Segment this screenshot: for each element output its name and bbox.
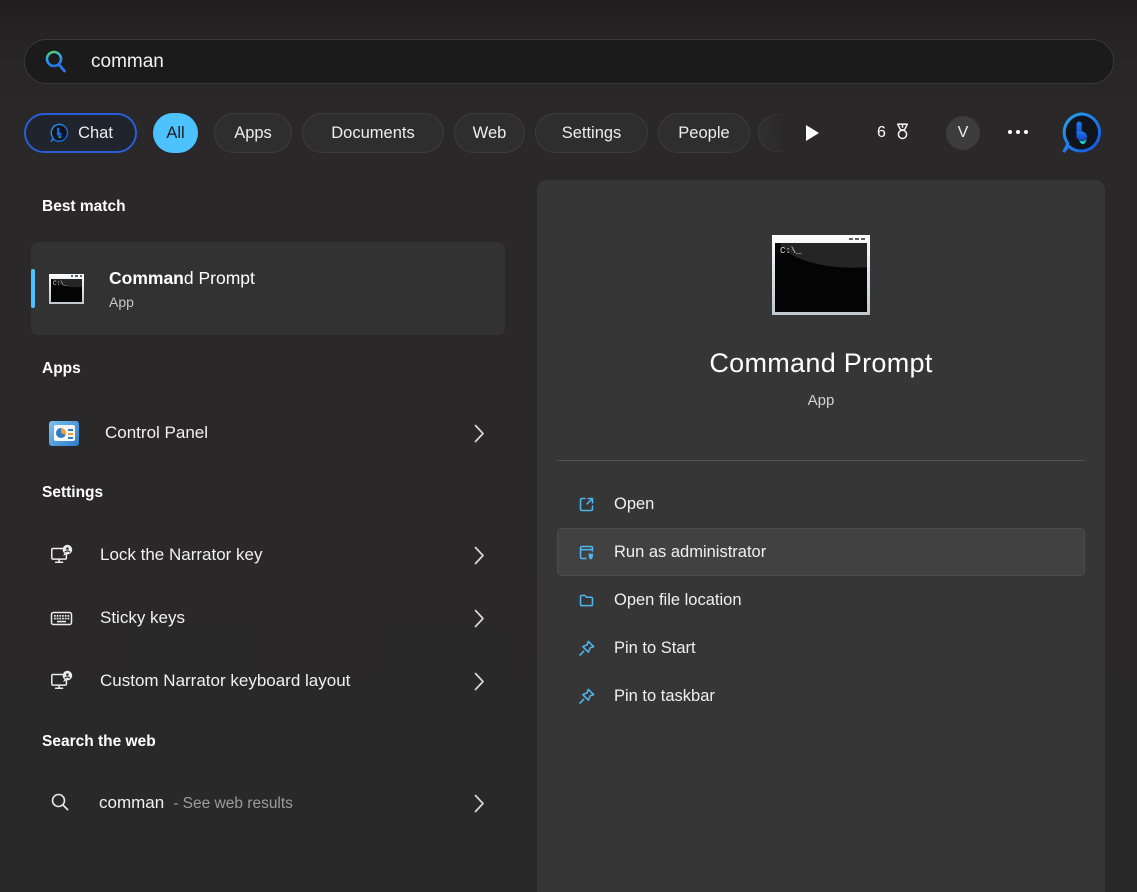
best-match-heading: Best match [42,198,126,216]
control-panel-icon [49,421,79,446]
tab-settings[interactable]: Settings [535,113,648,153]
result-control-panel[interactable]: Control Panel [31,409,505,457]
action-label: Pin to Start [614,639,696,658]
result-label: Lock the Narrator key [100,545,263,565]
divider [557,460,1085,461]
chevron-right-icon [474,424,485,443]
windows-search-flyout: Chat All Apps Documents Web Settings Peo… [0,0,1137,892]
more-options-icon[interactable] [1008,130,1028,134]
action-label: Open [614,495,654,514]
search-bar[interactable] [24,39,1114,84]
run-as-admin-icon [576,542,597,563]
narrator-icon [49,669,74,694]
result-custom-narrator-layout[interactable]: Custom Narrator keyboard layout [31,657,505,705]
settings-heading: Settings [42,484,103,502]
web-search-icon [49,791,73,815]
chevron-right-icon [474,794,485,813]
result-lock-narrator-key[interactable]: Lock the Narrator key [31,531,505,579]
bing-chat-button[interactable] [1057,109,1105,157]
command-prompt-icon: C:\_ [49,274,84,304]
action-run-as-administrator[interactable]: Run as administrator [557,528,1085,576]
rewards-count: 6 [877,124,886,142]
tab-chat[interactable]: Chat [24,113,137,153]
action-label: Pin to taskbar [614,687,715,706]
folder-icon [576,590,597,611]
user-avatar[interactable]: V [946,116,980,150]
narrator-icon [49,543,74,568]
rewards-medal-icon [891,121,914,145]
best-match-title: Command Prompt [109,268,255,289]
command-prompt-icon-large: C:\_ [772,235,870,315]
action-pin-to-start[interactable]: Pin to Start [557,624,1085,672]
tab-apps[interactable]: Apps [214,113,292,153]
preview-app-type: App [537,392,1105,409]
result-web-search[interactable]: comman- See web results [31,779,505,827]
tab-chat-label: Chat [78,124,113,143]
selection-accent-bar [31,269,35,308]
tab-documents[interactable]: Documents [302,113,444,153]
web-query: comman- See web results [99,793,293,813]
action-list: Open Run as administrator Open file loca… [557,480,1085,720]
search-icon [43,48,69,75]
pin-icon [576,638,597,659]
search-input[interactable] [91,51,1095,73]
tab-all[interactable]: All [153,113,198,153]
apps-heading: Apps [42,360,81,378]
action-pin-to-taskbar[interactable]: Pin to taskbar [557,672,1085,720]
rewards-button[interactable]: 6 [877,121,914,145]
pin-icon [576,686,597,707]
chevron-right-icon [474,672,485,691]
chevron-right-icon [474,609,485,628]
result-sticky-keys[interactable]: Sticky keys [31,594,505,642]
tab-clipped[interactable] [758,114,788,152]
keyboard-icon [49,606,74,631]
filter-bar: Chat All Apps Documents Web Settings Peo… [0,113,1137,153]
avatar-initial: V [958,124,969,142]
scroll-tabs-right-icon[interactable] [806,125,819,141]
chevron-right-icon [474,546,485,565]
preview-app-name: Command Prompt [537,348,1105,379]
tab-web[interactable]: Web [454,113,525,153]
result-label: Control Panel [105,423,208,443]
best-match-item[interactable]: C:\_ Command Prompt App [31,242,505,335]
best-match-type: App [109,294,255,310]
preview-panel: C:\_ Command Prompt App Open [537,180,1105,892]
action-open-file-location[interactable]: Open file location [557,576,1085,624]
result-label: Sticky keys [100,608,185,628]
tab-people[interactable]: People [658,113,750,153]
open-icon [576,494,597,515]
bing-chat-icon [48,122,70,144]
action-open[interactable]: Open [557,480,1085,528]
action-label: Run as administrator [614,543,766,562]
search-web-heading: Search the web [42,733,156,751]
action-label: Open file location [614,591,742,610]
result-label: Custom Narrator keyboard layout [100,671,350,691]
web-suffix: - See web results [173,795,293,812]
